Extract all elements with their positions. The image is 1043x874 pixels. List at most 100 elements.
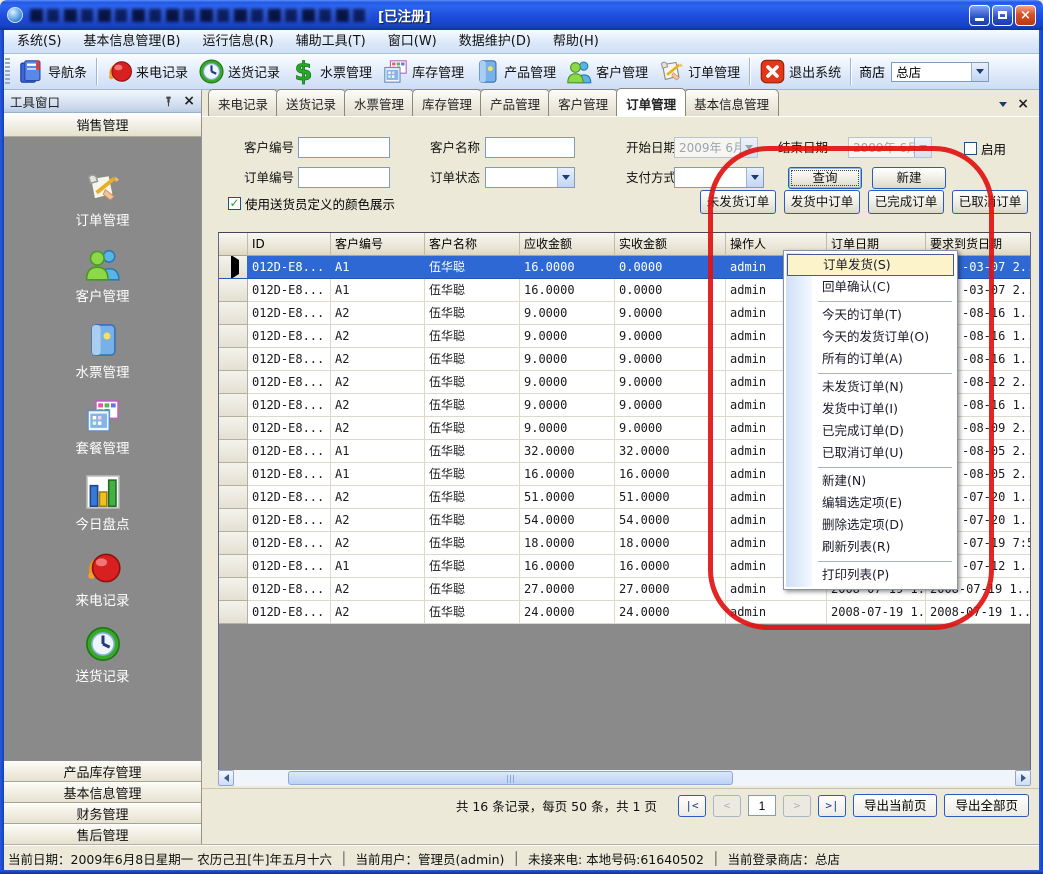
row-selector[interactable]: [219, 256, 248, 279]
column-header-应收金额[interactable]: 应收金额: [520, 233, 615, 256]
prev-page-button[interactable]: <: [713, 795, 741, 817]
context-menu-item-打印列表(P)[interactable]: 打印列表(P): [786, 564, 955, 586]
row-selector[interactable]: [219, 279, 248, 302]
enable-checkbox[interactable]: [964, 142, 977, 155]
table-row[interactable]: 012D-E8...A2伍华聪24.000024.0000admin2008-0…: [219, 601, 1030, 624]
row-selector[interactable]: [219, 417, 248, 440]
scrollbar-thumb[interactable]: [288, 771, 733, 785]
table-horizontal-scrollbar[interactable]: [218, 770, 1031, 786]
tab-来电记录[interactable]: 来电记录: [208, 89, 278, 116]
row-selector[interactable]: [219, 578, 248, 601]
context-menu-item-未发货订单(N)[interactable]: 未发货订单(N): [786, 376, 955, 398]
shop-dropdown-icon[interactable]: [971, 63, 988, 81]
end-date-dropdown-icon[interactable]: [914, 138, 931, 157]
sidebar-section-基本信息管理[interactable]: 基本信息管理: [4, 782, 201, 803]
sidebar-section-财务管理[interactable]: 财务管理: [4, 803, 201, 824]
column-header-客户名称[interactable]: 客户名称: [425, 233, 520, 256]
order-status-select[interactable]: [485, 167, 575, 188]
toolbar-button-库存管理[interactable]: 库存管理: [377, 56, 469, 87]
tab-水票管理[interactable]: 水票管理: [344, 89, 414, 116]
end-date-picker[interactable]: 2009年 6月 8日: [848, 137, 932, 158]
sidebar-tool-客户管理[interactable]: 客户管理: [76, 245, 130, 305]
menu-item-6[interactable]: 帮助(H): [542, 30, 610, 53]
menu-item-3[interactable]: 辅助工具(T): [285, 30, 377, 53]
sidebar-section-产品库存管理[interactable]: 产品库存管理: [4, 761, 201, 782]
start-date-dropdown-icon[interactable]: [740, 138, 757, 157]
tab-产品管理[interactable]: 产品管理: [480, 89, 550, 116]
row-selector[interactable]: [219, 371, 248, 394]
row-selector[interactable]: [219, 555, 248, 578]
toolbar-button-送货记录[interactable]: 送货记录: [193, 56, 285, 87]
row-selector[interactable]: [219, 463, 248, 486]
sidebar-section-sales[interactable]: 销售管理: [4, 113, 201, 137]
tab-close-icon[interactable]: ×: [1017, 96, 1029, 112]
context-menu-item-已完成订单(D)[interactable]: 已完成订单(D): [786, 420, 955, 442]
context-menu-item-刷新列表(R)[interactable]: 刷新列表(R): [786, 536, 955, 558]
pin-icon[interactable]: [162, 95, 175, 108]
new-button[interactable]: 新建: [872, 167, 946, 189]
payment-select[interactable]: [674, 167, 764, 188]
row-selector[interactable]: [219, 440, 248, 463]
menu-item-0[interactable]: 系统(S): [6, 30, 72, 53]
context-menu-item-所有的订单(A)[interactable]: 所有的订单(A): [786, 348, 955, 370]
scroll-left-icon[interactable]: [218, 770, 234, 786]
close-button[interactable]: ×: [1015, 5, 1036, 26]
column-header-ID[interactable]: ID: [248, 233, 331, 256]
sidebar-tool-来电记录[interactable]: 来电记录: [76, 549, 130, 609]
row-selector[interactable]: [219, 532, 248, 555]
export-all-pages-button[interactable]: 导出全部页: [944, 794, 1029, 817]
status-filter-已取消订单[interactable]: 已取消订单: [952, 190, 1028, 214]
next-page-button[interactable]: >: [783, 795, 811, 817]
context-menu-item-今天的订单(T)[interactable]: 今天的订单(T): [786, 304, 955, 326]
menu-item-4[interactable]: 窗口(W): [377, 30, 448, 53]
column-header-客户编号[interactable]: 客户编号: [331, 233, 425, 256]
context-menu-item-已取消订单(U)[interactable]: 已取消订单(U): [786, 442, 955, 464]
toolbar-button-水票管理[interactable]: $水票管理: [285, 56, 377, 87]
status-filter-已完成订单[interactable]: 已完成订单: [868, 190, 944, 214]
sidebar-tool-订单管理[interactable]: 订单管理: [76, 169, 130, 229]
menu-item-1[interactable]: 基本信息管理(B): [72, 30, 191, 53]
shop-select[interactable]: 总店: [891, 62, 989, 82]
row-selector[interactable]: [219, 601, 248, 624]
context-menu-item-订单发货(S)[interactable]: 订单发货(S): [787, 254, 954, 276]
context-menu-item-编辑选定项(E)[interactable]: 编辑选定项(E): [786, 492, 955, 514]
row-selector[interactable]: [219, 325, 248, 348]
tab-客户管理[interactable]: 客户管理: [548, 89, 618, 116]
column-header-selector[interactable]: [219, 233, 248, 256]
sidebar-tool-套餐管理[interactable]: 套餐管理: [76, 397, 130, 457]
order-status-dropdown-icon[interactable]: [557, 168, 574, 187]
scroll-right-icon[interactable]: [1015, 770, 1031, 786]
toolbar-button-退出系统[interactable]: 退出系统: [754, 56, 846, 87]
tab-送货记录[interactable]: 送货记录: [276, 89, 346, 116]
tab-list-dropdown-icon[interactable]: [999, 102, 1007, 107]
row-selector[interactable]: [219, 302, 248, 325]
row-selector[interactable]: [219, 394, 248, 417]
tab-库存管理[interactable]: 库存管理: [412, 89, 482, 116]
start-date-picker[interactable]: 2009年 6月 8日: [674, 137, 758, 158]
tab-基本信息管理[interactable]: 基本信息管理: [684, 89, 779, 116]
tool-window-close-icon[interactable]: ×: [183, 95, 195, 108]
sidebar-tool-今日盘点[interactable]: 今日盘点: [76, 473, 130, 533]
toolbar-button-来电记录[interactable]: 来电记录: [101, 56, 193, 87]
first-page-button[interactable]: |<: [678, 795, 706, 817]
sidebar-tool-水票管理[interactable]: 水票管理: [76, 321, 130, 381]
context-menu-item-新建(N)[interactable]: 新建(N): [786, 470, 955, 492]
row-selector[interactable]: [219, 486, 248, 509]
page-number-input[interactable]: [748, 795, 776, 816]
color-checkbox[interactable]: ✓: [228, 197, 241, 210]
toolbar-button-客户管理[interactable]: 客户管理: [561, 56, 653, 87]
maximize-button[interactable]: [992, 5, 1013, 26]
tab-订单管理[interactable]: 订单管理: [616, 88, 686, 116]
minimize-button[interactable]: [969, 5, 990, 26]
payment-dropdown-icon[interactable]: [746, 168, 763, 187]
sidebar-tool-送货记录[interactable]: 送货记录: [76, 625, 130, 685]
context-menu-item-今天的发货订单(O)[interactable]: 今天的发货订单(O): [786, 326, 955, 348]
customer-no-input[interactable]: [298, 137, 390, 158]
toolbar-button-导航条[interactable]: 导航条: [13, 56, 92, 87]
context-menu-item-发货中订单(I)[interactable]: 发货中订单(I): [786, 398, 955, 420]
row-selector[interactable]: [219, 509, 248, 532]
status-filter-发货中订单[interactable]: 发货中订单: [784, 190, 860, 214]
toolbar-button-产品管理[interactable]: 产品管理: [469, 56, 561, 87]
row-selector[interactable]: [219, 348, 248, 371]
order-no-input[interactable]: [298, 167, 390, 188]
